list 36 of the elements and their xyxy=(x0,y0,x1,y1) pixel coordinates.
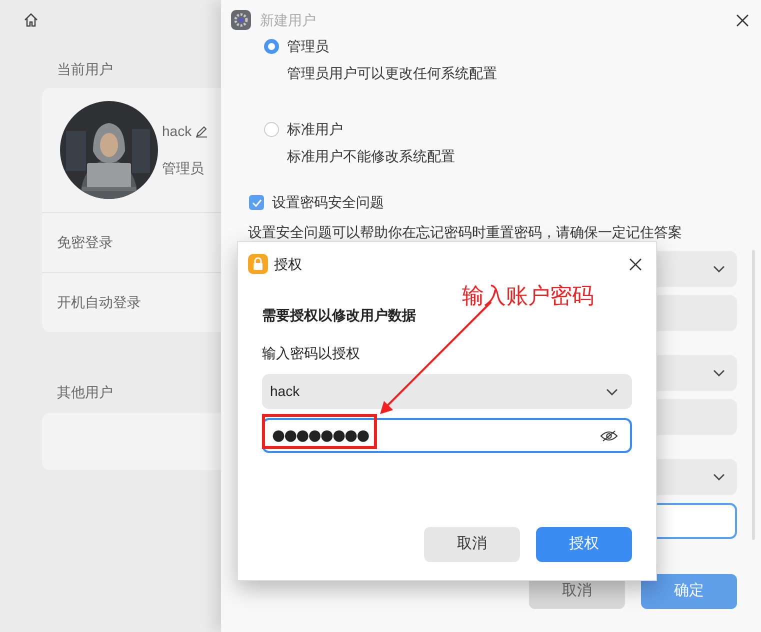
user-name: hack xyxy=(162,122,192,141)
password-dots: ●●●●●●●● xyxy=(271,428,369,443)
security-description: 设置安全问题可以帮助你在忘记密码时重置密码，请确保一定记住答案 xyxy=(248,223,683,242)
close-icon[interactable] xyxy=(629,258,642,270)
radio-label[interactable]: 标准用户 xyxy=(287,119,343,140)
close-icon[interactable] xyxy=(736,14,749,26)
home-icon[interactable] xyxy=(23,12,39,28)
checkmark-icon xyxy=(252,198,262,206)
user-role: 管理员 xyxy=(162,159,205,178)
radio-button[interactable] xyxy=(264,122,279,137)
dialog-heading: 需要授权以修改用户数据 xyxy=(262,306,417,325)
radio-label[interactable]: 管理员 xyxy=(287,36,329,57)
chevron-down-icon xyxy=(713,473,725,481)
chevron-down-icon xyxy=(713,265,725,273)
eye-slash-icon[interactable] xyxy=(600,430,618,442)
annotation-text: 输入账户密码 xyxy=(462,282,594,310)
chevron-down-icon xyxy=(606,388,618,396)
option-label: 开机自动登录 xyxy=(57,293,141,312)
dialog-title: 授权 xyxy=(274,254,302,274)
gear-icon xyxy=(231,10,251,30)
window-title: 新建用户 xyxy=(260,10,316,30)
pencil-icon[interactable] xyxy=(194,125,208,138)
password-field[interactable]: ●●●●●●●● xyxy=(262,418,632,453)
option-label: 免密登录 xyxy=(57,233,113,252)
lock-icon xyxy=(248,254,268,274)
section-heading: 其他用户 xyxy=(56,383,114,402)
checkbox[interactable] xyxy=(249,195,264,210)
user-dropdown[interactable]: hack xyxy=(262,374,632,409)
section-heading: 当前用户 xyxy=(56,60,114,79)
prompt-text: 输入密码以授权 xyxy=(262,344,361,363)
chevron-down-icon xyxy=(713,369,725,377)
radio-description: 管理员用户可以更改任何系统配置 xyxy=(286,64,498,83)
checkbox-label[interactable]: 设置密码安全问题 xyxy=(272,192,384,213)
radio-description: 标准用户不能修改系统配置 xyxy=(286,147,456,166)
cancel-button[interactable]: 取消 xyxy=(424,527,520,562)
radio-button[interactable] xyxy=(264,39,279,54)
